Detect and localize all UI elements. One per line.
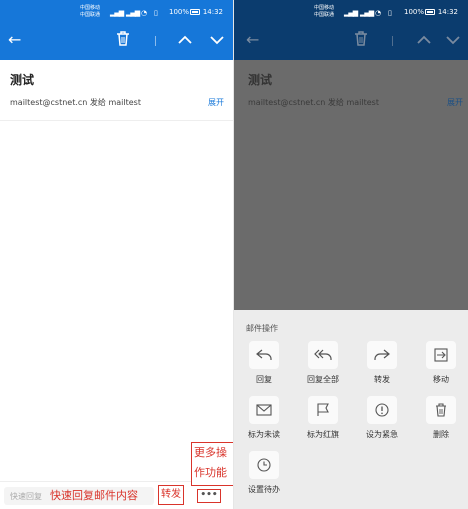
action-label: 转发 xyxy=(374,375,390,384)
action-set-todo[interactable]: 设置待办 xyxy=(236,451,292,495)
action-reply[interactable]: 回复 xyxy=(236,341,292,385)
signal-icon-2: ▂▄▆ xyxy=(360,9,374,17)
forward-icon xyxy=(367,341,397,369)
annotation-more-functions: 更多操作功能 xyxy=(191,442,233,486)
recipient-name: mailtest xyxy=(346,98,379,107)
toolbar-divider xyxy=(155,36,156,46)
email-meta: mailtest@cstnet.cn 发给 mailtest xyxy=(248,97,379,108)
sender-address: mailtest@cstnet.cn xyxy=(248,98,326,107)
action-sheet: 邮件操作 回复 回复全部 转发 移动 标为未读 标为红旗 设为紧急 删除 设置待… xyxy=(234,310,468,509)
chevron-up-icon xyxy=(417,31,431,49)
move-icon xyxy=(426,341,456,369)
email-meta: mailtest@cstnet.cn 发给 mailtest xyxy=(10,97,141,108)
battery-percent: 100% xyxy=(403,8,424,16)
sent-to-label: 发给 xyxy=(89,98,106,107)
signal-icon: ▂▄▆ xyxy=(110,9,124,17)
back-arrow-icon[interactable]: ← xyxy=(8,31,21,49)
email-subject: 测试 xyxy=(10,73,35,87)
action-label: 回复全部 xyxy=(307,375,339,384)
signal-icon: ▂▄▆ xyxy=(344,9,358,17)
status-bar: 中国移动 中国联通 ▂▄▆ ▂▄▆ ◔ ▯ 100% 14:32 xyxy=(0,0,233,25)
top-toolbar-dimmed: 中国移动 中国联通 ▂▄▆ ▂▄▆ ◔ ▯ 100% 14:32 ← xyxy=(234,0,468,60)
status-bar: 中国移动 中国联通 ▂▄▆ ▂▄▆ ◔ ▯ 100% 14:32 xyxy=(234,0,468,25)
chevron-down-icon[interactable] xyxy=(210,31,224,49)
wifi-icon: ◔ xyxy=(141,9,147,17)
header-divider xyxy=(0,120,233,121)
recipient-name[interactable]: mailtest xyxy=(108,98,141,107)
action-mark-unread[interactable]: 标为未读 xyxy=(236,396,292,440)
carrier-2: 中国联通 xyxy=(80,12,101,18)
reply-icon xyxy=(249,341,279,369)
carrier-1: 中国移动 xyxy=(314,5,335,11)
trash-icon xyxy=(354,31,368,50)
action-reply-all[interactable]: 回复全部 xyxy=(295,341,351,385)
vibrate-icon: ▯ xyxy=(154,9,158,17)
clock-icon xyxy=(249,451,279,479)
action-label: 移动 xyxy=(433,375,449,384)
clock-time: 14:32 xyxy=(202,8,223,16)
action-label: 设置待办 xyxy=(248,485,280,494)
carrier-1: 中国移动 xyxy=(80,5,101,11)
action-label: 设为紧急 xyxy=(366,430,398,439)
action-flag[interactable]: 标为红旗 xyxy=(295,396,351,440)
annotation-quick-reply: 快速回复邮件内容 xyxy=(50,489,138,502)
action-urgent[interactable]: 设为紧急 xyxy=(354,396,410,440)
action-label: 删除 xyxy=(433,430,449,439)
battery-percent: 100% xyxy=(168,8,189,16)
signal-icon-2: ▂▄▆ xyxy=(126,9,140,17)
action-move[interactable]: 移动 xyxy=(413,341,468,385)
mail-unread-icon xyxy=(249,396,279,424)
urgent-icon xyxy=(367,396,397,424)
action-sheet-title: 邮件操作 xyxy=(246,324,278,333)
expand-link: 展开 xyxy=(447,98,463,107)
chevron-down-icon xyxy=(446,31,460,49)
sender-address[interactable]: mailtest@cstnet.cn xyxy=(10,98,87,107)
back-arrow-icon: ← xyxy=(246,30,260,49)
trash-icon xyxy=(426,396,456,424)
action-label: 标为未读 xyxy=(248,430,280,439)
flag-icon xyxy=(308,396,338,424)
vibrate-icon: ▯ xyxy=(388,9,392,17)
forward-button[interactable]: 转发 xyxy=(158,485,184,505)
toolbar-divider xyxy=(392,36,393,46)
wifi-icon: ◔ xyxy=(375,9,381,17)
sent-to-label: 发给 xyxy=(327,98,344,107)
email-actions-screen: 中国移动 中国联通 ▂▄▆ ▂▄▆ ◔ ▯ 100% 14:32 ← 测试 ma… xyxy=(234,0,468,509)
trash-icon[interactable] xyxy=(116,31,130,50)
email-detail-screen: 中国移动 中国联通 ▂▄▆ ▂▄▆ ◔ ▯ 100% 14:32 ← 测试 ma… xyxy=(0,0,234,509)
email-subject: 测试 xyxy=(248,73,273,87)
action-label: 回复 xyxy=(256,375,272,384)
battery-icon xyxy=(190,9,200,15)
battery-icon xyxy=(425,9,435,15)
more-options-button[interactable]: ••• xyxy=(197,489,221,503)
carrier-2: 中国联通 xyxy=(314,12,335,18)
action-delete[interactable]: 删除 xyxy=(413,396,468,440)
top-toolbar: 中国移动 中国联通 ▂▄▆ ▂▄▆ ◔ ▯ 100% 14:32 ← xyxy=(0,0,233,60)
clock-time: 14:32 xyxy=(437,8,458,16)
expand-link[interactable]: 展开 xyxy=(208,97,224,108)
chevron-up-icon[interactable] xyxy=(178,31,192,49)
action-label: 标为红旗 xyxy=(307,430,339,439)
reply-all-icon xyxy=(308,341,338,369)
action-forward[interactable]: 转发 xyxy=(354,341,410,385)
